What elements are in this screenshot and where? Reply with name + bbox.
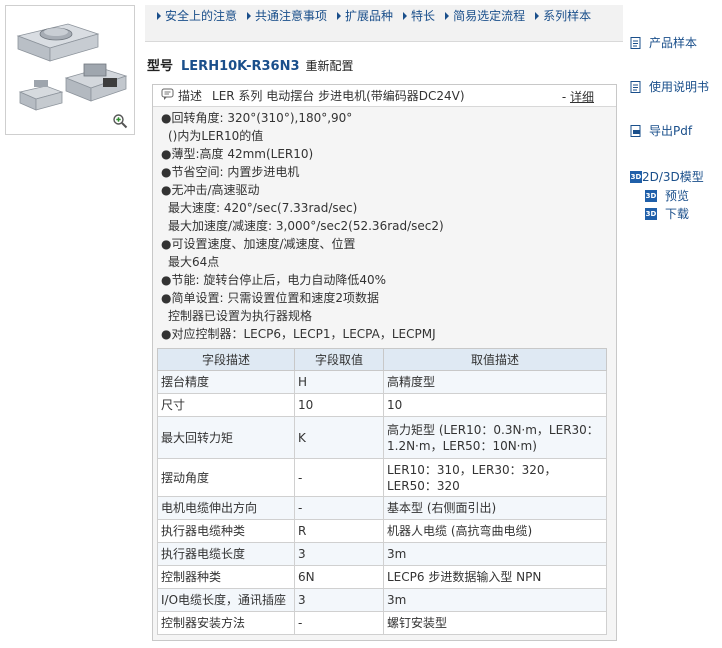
feature-line: ()内为LER10的值 [168,129,264,143]
cell-code: K [294,416,384,459]
cell-field: 执行器电缆长度 [157,542,295,566]
cell-field: 控制器安装方法 [157,611,295,635]
feature-line: ●无冲击/高速驱动 [161,183,260,197]
spec-table: 字段描述 字段取值 取值描述 摆台精度 H 高精度型 尺寸 10 10 最大回转… [157,348,607,635]
manual-link[interactable]: 使用说明书 [630,78,709,95]
description-text: LER 系列 电动摆台 步进电机(带编码器DC24V) [212,89,465,103]
table-row: 控制器种类 6N LECP6 步进数据输入型 NPN [157,565,607,589]
cell-field: 摆台精度 [157,370,295,394]
cell-code: - [294,496,384,520]
detail-link[interactable]: 详细 [570,90,594,104]
feature-line: ●简单设置: 只需设置位置和速度2项数据 [161,291,379,305]
cell-desc: 10 [383,393,607,417]
manual-icon [630,80,642,93]
cell-desc: LECP6 步进数据输入型 NPN [383,565,607,589]
cell-desc: 机器人电缆 (高抗弯曲电缆) [383,519,607,543]
header-value-desc: 取值描述 [383,348,607,371]
triangle-right-icon [157,12,161,20]
table-row: 摆台精度 H 高精度型 [157,370,607,394]
cell-code: 3 [294,588,384,612]
cell-desc: 3m [383,542,607,566]
feature-line: ●节能: 旋转台停止后，电力自动降低40% [161,273,387,287]
cell-field: 电机电缆伸出方向 [157,496,295,520]
models-2d3d-link[interactable]: 3D 2D/3D模型 [630,168,704,185]
description-header: 描述 LER 系列 电动摆台 步进电机(带编码器DC24V) - 详细 [153,85,616,107]
feature-line: ●对应控制器：LECP6，LECP1，LECPA，LECPMJ [161,327,436,341]
cell-code: H [294,370,384,394]
cell-code: 10 [294,393,384,417]
3d-model-icon: 3D [630,170,642,183]
description-label: 描述 [178,89,203,103]
cell-code: 3 [294,542,384,566]
cell-desc: 螺钉安装型 [383,611,607,635]
preview-3d-link[interactable]: 3D 预览 [645,187,689,204]
table-row: 电机电缆伸出方向 - 基本型 (右侧面引出) [157,496,607,520]
top-nav: 安全上的注意 共通注意事项 扩展品种 特长 简易选定流程 系列样本 [145,5,623,42]
feature-line: ●可设置速度、加速度/减速度、位置 [161,237,356,251]
cell-field: 尺寸 [157,393,295,417]
model-line: 型号 LERH10K-R36N3 重新配置 [147,55,354,74]
pdf-icon [630,124,642,137]
spec-table-header: 字段描述 字段取值 取值描述 [157,348,607,371]
cell-desc: 3m [383,588,607,612]
table-row: 尺寸 10 10 [157,393,607,417]
table-row: 控制器安装方法 - 螺钉安装型 [157,611,607,635]
reconfigure-link[interactable]: 重新配置 [306,57,354,74]
model-label: 型号 [147,59,174,74]
nav-common-notes[interactable]: 共通注意事项 [247,8,327,24]
cell-code: R [294,519,384,543]
cell-field: 摆动角度 [157,458,295,497]
catalog-icon [630,36,642,49]
cell-desc: 高精度型 [383,370,607,394]
description-icon [161,88,174,103]
feature-line: ●节省空间: 内置步进电机 [161,165,300,179]
cell-field: 执行器电缆种类 [157,519,295,543]
nav-features[interactable]: 特长 [403,8,435,24]
table-row: 最大回转力矩 K 高力矩型 (LER10：0.3N·m，LER30：1.2N·m… [157,416,607,459]
table-row: I/O电缆长度，通讯插座 3 3m [157,588,607,612]
product-detail-panel: 描述 LER 系列 电动摆台 步进电机(带编码器DC24V) - 详细 ●回转角… [152,84,617,641]
3d-preview-icon: 3D [645,189,657,202]
download-3d-link[interactable]: 3D 下载 [645,205,689,222]
cell-field: 控制器种类 [157,565,295,589]
nav-series-catalog[interactable]: 系列样本 [535,8,591,24]
triangle-right-icon [247,12,252,20]
header-field-desc: 字段描述 [157,348,295,371]
export-pdf-link[interactable]: 导出Pdf [630,122,692,139]
feature-line: 最大64点 [168,255,220,269]
cell-code: 6N [294,565,384,589]
triangle-right-icon [403,12,408,20]
cell-desc: LER10：310，LER30：320，LER50：320 [383,458,607,497]
cell-field: 最大回转力矩 [157,416,295,459]
table-row: 执行器电缆长度 3 3m [157,542,607,566]
feature-line: ●回转角度: 320°(310°),180°,90° [161,111,353,125]
triangle-right-icon [337,12,342,20]
zoom-icon[interactable] [112,113,128,129]
feature-line: ●薄型:高度 42mm(LER10) [161,147,314,161]
feature-list: ●回转角度: 320°(310°),180°,90° ()内为LER10的值 ●… [153,107,616,343]
cell-field: I/O电缆长度，通讯插座 [157,588,295,612]
triangle-right-icon [445,12,450,20]
feature-line: 控制器已设置为执行器规格 [168,309,313,323]
detail-link-wrap: - 详细 [561,90,594,104]
cell-desc: 高力矩型 (LER10：0.3N·m，LER30：1.2N·m，LER50：10… [383,416,607,459]
nav-variations[interactable]: 扩展品种 [337,8,393,24]
product-catalog-link[interactable]: 产品样本 [630,34,697,51]
cell-code: - [294,611,384,635]
3d-download-icon: 3D [645,207,657,220]
table-row: 执行器电缆种类 R 机器人电缆 (高抗弯曲电缆) [157,519,607,543]
cell-desc: 基本型 (右侧面引出) [383,496,607,520]
triangle-right-icon [535,12,540,20]
product-thumbnail[interactable] [5,5,135,135]
feature-line: 最大速度: 420°/sec(7.33rad/sec) [168,201,358,215]
model-number: LERH10K-R36N3 [181,59,300,74]
feature-line: 最大加速度/减速度: 3,000°/sec2(52.36rad/sec2) [168,219,444,233]
nav-safety-notes[interactable]: 安全上的注意 [157,8,237,24]
cell-code: - [294,458,384,497]
header-field-value: 字段取值 [294,348,384,371]
table-row: 摆动角度 - LER10：310，LER30：320，LER50：320 [157,458,607,497]
nav-selection-flow[interactable]: 简易选定流程 [445,8,525,24]
